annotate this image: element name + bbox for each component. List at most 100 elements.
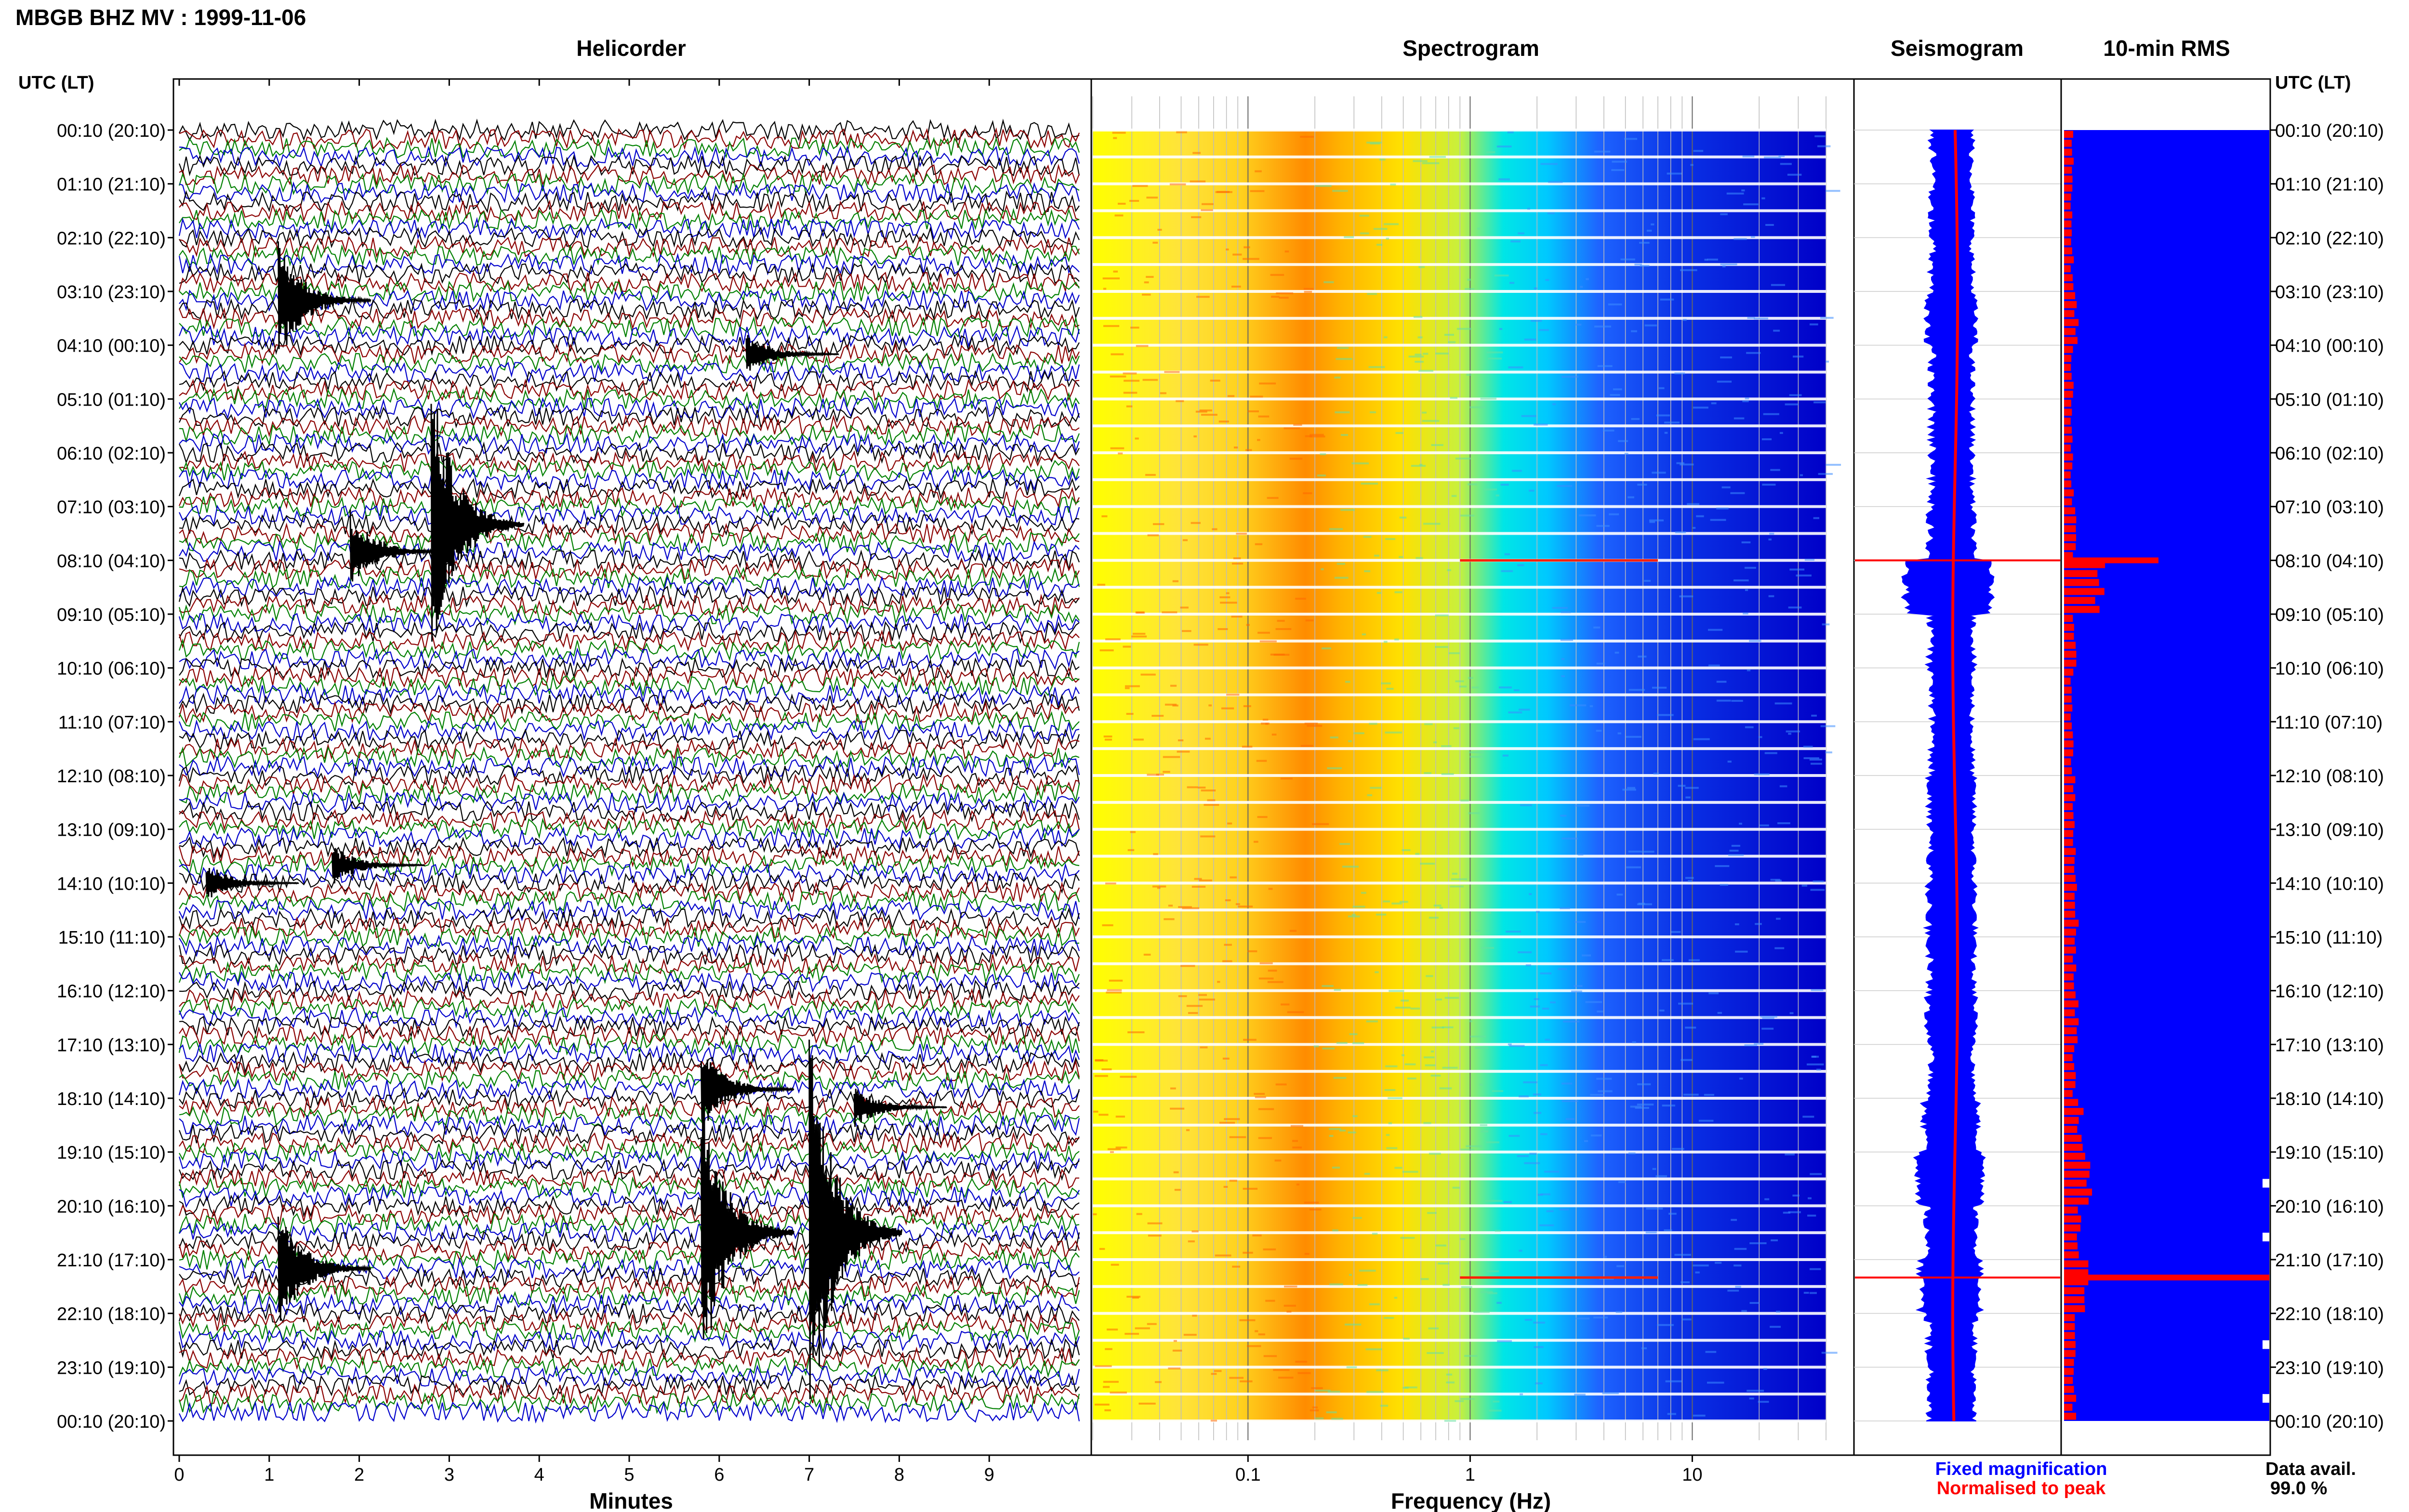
spec-speckle: [1435, 352, 1449, 355]
rms-bar: [2064, 1081, 2076, 1088]
spec-speckle: [1762, 484, 1776, 486]
spec-x-tick-label: 0.1: [1235, 1465, 1261, 1485]
spec-speckle: [1176, 400, 1184, 402]
spec-speckle: [1744, 566, 1756, 569]
rms-bar: [2064, 498, 2072, 506]
spec-speckle: [1452, 872, 1457, 875]
rms-bar: [2064, 381, 2074, 389]
rms-bar: [2064, 749, 2073, 757]
spec-speckle: [1575, 323, 1582, 326]
spec-speckle: [1529, 893, 1532, 895]
spec-row-gap: [1093, 1339, 1826, 1342]
spec-speckle: [1250, 190, 1265, 192]
spec-speckle: [1385, 731, 1402, 734]
spec-speckle: [1400, 1236, 1415, 1239]
heli-x-tick-label: 9: [984, 1465, 994, 1485]
spec-speckle: [1552, 606, 1568, 609]
spec-speckle: [1102, 277, 1120, 280]
spec-speckle: [1430, 1050, 1434, 1052]
spec-speckle: [1130, 831, 1136, 833]
heli-x-tick-label: 0: [174, 1465, 184, 1485]
spec-speckle: [1357, 1284, 1368, 1286]
spec-speckle: [1524, 1162, 1540, 1164]
spec-speckle: [1307, 724, 1323, 727]
rms-bar: [2064, 659, 2077, 667]
spec-speckle: [1544, 1170, 1560, 1173]
spec-speckle: [1596, 525, 1610, 527]
spec-speckle: [1674, 1254, 1691, 1256]
time-tick-left: 21:10 (17:10): [57, 1250, 166, 1271]
spec-speckle: [1749, 1397, 1754, 1400]
spec-speckle: [1384, 1089, 1396, 1091]
spec-row-gap: [1093, 693, 1826, 697]
spec-speckle: [1232, 1265, 1240, 1268]
spec-speckle: [1641, 1347, 1647, 1350]
spec-speckle: [1408, 355, 1424, 358]
time-tick-left: 03:10 (23:10): [57, 282, 166, 302]
spec-speckle: [1505, 931, 1521, 933]
spec-speckle: [1508, 1043, 1512, 1046]
spec-speckle: [1735, 950, 1748, 953]
spec-speckle: [1594, 325, 1611, 328]
spec-speckle: [1585, 1001, 1602, 1003]
spec-speckle: [1763, 1368, 1767, 1370]
rms-bar: [2064, 489, 2074, 497]
spec-speckle: [1200, 1046, 1208, 1049]
time-axis-label-right: UTC (LT): [2275, 73, 2351, 93]
spec-speckle: [1226, 694, 1240, 696]
spec-row-gap: [1093, 720, 1826, 723]
spec-speckle: [1693, 150, 1704, 152]
spec-row-gap: [1093, 935, 1826, 938]
spec-speckle: [1340, 434, 1349, 436]
rms-bar: [2064, 1386, 2074, 1393]
spec-speckle: [1637, 484, 1647, 486]
spec-speckle: [1271, 296, 1280, 298]
spec-speckle: [1609, 513, 1619, 515]
spec-speckle: [1731, 700, 1743, 702]
spec-speckle: [1548, 181, 1563, 183]
spec-speckle: [1778, 155, 1785, 158]
spec-speckle: [1423, 1056, 1435, 1059]
spec-row-gap: [1093, 1123, 1826, 1127]
spec-speckle: [1310, 1409, 1319, 1412]
spec-speckle: [1250, 395, 1263, 398]
spec-speckle: [1255, 543, 1263, 545]
rms-bar: [2064, 910, 2076, 918]
spec-speckle: [1540, 163, 1558, 165]
spec-speckle: [1704, 259, 1708, 261]
spec-speckle: [1785, 403, 1799, 406]
spec-speckle: [1749, 1242, 1767, 1245]
time-tick-left: 16:10 (12:10): [57, 982, 166, 1002]
rms-bar: [2064, 175, 2073, 183]
spec-speckle: [1211, 1373, 1217, 1375]
spec-speckle: [1423, 523, 1441, 525]
spec-speckle: [1659, 1009, 1665, 1012]
spec-speckle: [1789, 394, 1802, 396]
spec-speckle: [1170, 684, 1177, 687]
spec-speckle: [1808, 1197, 1812, 1199]
spec-speckle: [1365, 1348, 1382, 1351]
spec-speckle: [1292, 1140, 1298, 1142]
rms-bar: [2064, 435, 2073, 443]
spec-speckle: [1652, 1168, 1656, 1170]
time-tick-right: 06:10 (02:10): [2275, 444, 2384, 464]
spec-speckle: [1470, 1035, 1486, 1038]
spec-speckle: [1271, 734, 1277, 736]
spec-speckle: [1123, 372, 1137, 375]
spec-speckle: [1610, 394, 1620, 396]
spec-speckle: [1558, 968, 1567, 970]
spec-speckle: [1804, 559, 1815, 561]
spec-speckle: [1424, 723, 1433, 725]
spec-speckle: [1102, 924, 1113, 926]
spec-speckle: [1152, 715, 1164, 717]
spec-speckle: [1455, 680, 1464, 683]
spec-speckle: [1708, 664, 1720, 667]
spec-speckle: [1263, 1248, 1276, 1250]
spec-speckle: [1295, 1360, 1307, 1363]
spec-speckle: [1311, 823, 1329, 825]
time-tick-right: 00:10 (20:10): [2275, 1412, 2384, 1432]
spec-speckle: [1376, 913, 1387, 916]
spec-speckle: [1761, 1027, 1774, 1030]
spec-speckle: [1101, 515, 1108, 517]
spec-speckle: [1534, 1346, 1544, 1348]
